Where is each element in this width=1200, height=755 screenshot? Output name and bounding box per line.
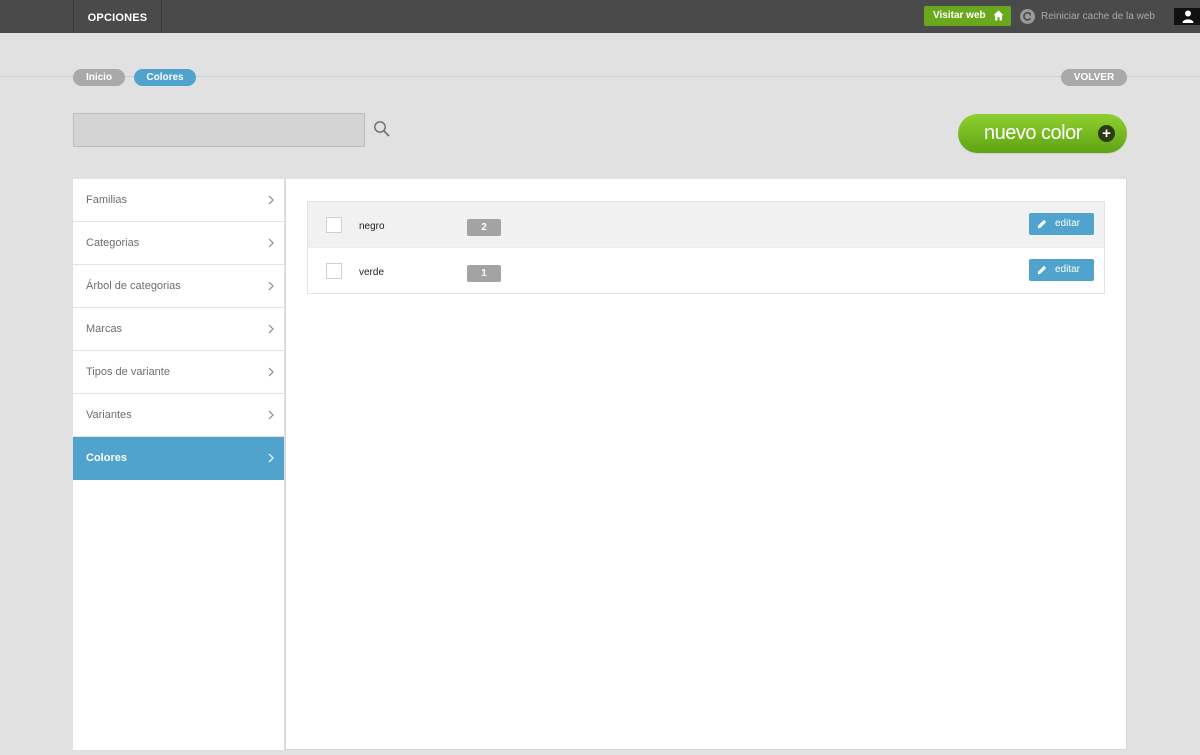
sidebar-item-label: Categorias — [86, 237, 140, 249]
sidebar-item-tipos-variante[interactable]: Tipos de variante — [73, 351, 284, 394]
sidebar-item-label: Marcas — [86, 323, 123, 335]
search-button[interactable] — [373, 120, 391, 138]
colors-list: negro 2 editar verde 1 editar — [307, 201, 1105, 294]
color-name: verde — [359, 267, 385, 278]
plus-icon: + — [1098, 125, 1115, 142]
new-color-button[interactable]: nuevo color + — [958, 114, 1127, 153]
row-checkbox[interactable] — [326, 217, 342, 233]
breadcrumb-current[interactable]: Colores — [134, 69, 196, 86]
chevron-right-icon — [268, 195, 274, 205]
sidebar-item-colores[interactable]: Colores — [73, 437, 284, 480]
sidebar-item-label: Tipos de variante — [86, 366, 170, 378]
chevron-right-icon — [268, 410, 274, 420]
sidebar-item-label: Árbol de categorias — [86, 280, 181, 292]
main-content: negro 2 editar verde 1 editar — [285, 179, 1127, 750]
user-account-button[interactable] — [1174, 8, 1200, 25]
chevron-right-icon — [268, 281, 274, 291]
options-menu[interactable]: OPCIONES — [73, 0, 162, 33]
breadcrumb-home[interactable]: Inicio — [73, 69, 125, 86]
count-badge: 2 — [467, 219, 501, 236]
sidebar-item-familias[interactable]: Familias — [73, 179, 284, 222]
back-button[interactable]: VOLVER — [1061, 69, 1127, 86]
edit-label: editar — [1055, 264, 1081, 275]
list-item: negro 2 editar — [308, 202, 1104, 248]
sidebar-item-label: Colores — [86, 452, 127, 464]
sidebar-item-label: Variantes — [86, 409, 132, 421]
pencil-icon — [1037, 219, 1047, 229]
row-checkbox[interactable] — [326, 263, 342, 279]
chevron-right-icon — [268, 453, 274, 463]
user-icon — [1182, 10, 1194, 23]
search-input[interactable] — [73, 113, 365, 147]
chevron-right-icon — [268, 238, 274, 248]
top-bar: OPCIONES Visitar web Reiniciar cache de … — [0, 0, 1200, 33]
chevron-right-icon — [268, 367, 274, 377]
sidebar-item-marcas[interactable]: Marcas — [73, 308, 284, 351]
refresh-icon — [1020, 9, 1035, 24]
edit-button[interactable]: editar — [1029, 213, 1094, 235]
visit-web-button[interactable]: Visitar web — [924, 6, 1011, 26]
count-badge: 1 — [467, 265, 501, 282]
visit-web-label: Visitar web — [933, 10, 986, 21]
reset-cache-link[interactable]: Reiniciar cache de la web — [1020, 8, 1155, 25]
new-color-label: nuevo color — [984, 122, 1082, 144]
list-item: verde 1 editar — [308, 248, 1104, 293]
sidebar-item-label: Familias — [86, 194, 127, 206]
edit-label: editar — [1055, 218, 1081, 229]
pencil-icon — [1037, 265, 1047, 275]
edit-button[interactable]: editar — [1029, 259, 1094, 281]
sidebar: Familias Categorias Árbol de categorias … — [73, 179, 284, 750]
home-icon — [993, 10, 1004, 21]
sidebar-item-categorias[interactable]: Categorias — [73, 222, 284, 265]
chevron-right-icon — [268, 324, 274, 334]
search-icon — [374, 121, 390, 137]
sidebar-item-variantes[interactable]: Variantes — [73, 394, 284, 437]
reset-cache-label: Reiniciar cache de la web — [1041, 11, 1155, 22]
color-name: negro — [359, 221, 385, 232]
sidebar-item-arbol-categorias[interactable]: Árbol de categorias — [73, 265, 284, 308]
